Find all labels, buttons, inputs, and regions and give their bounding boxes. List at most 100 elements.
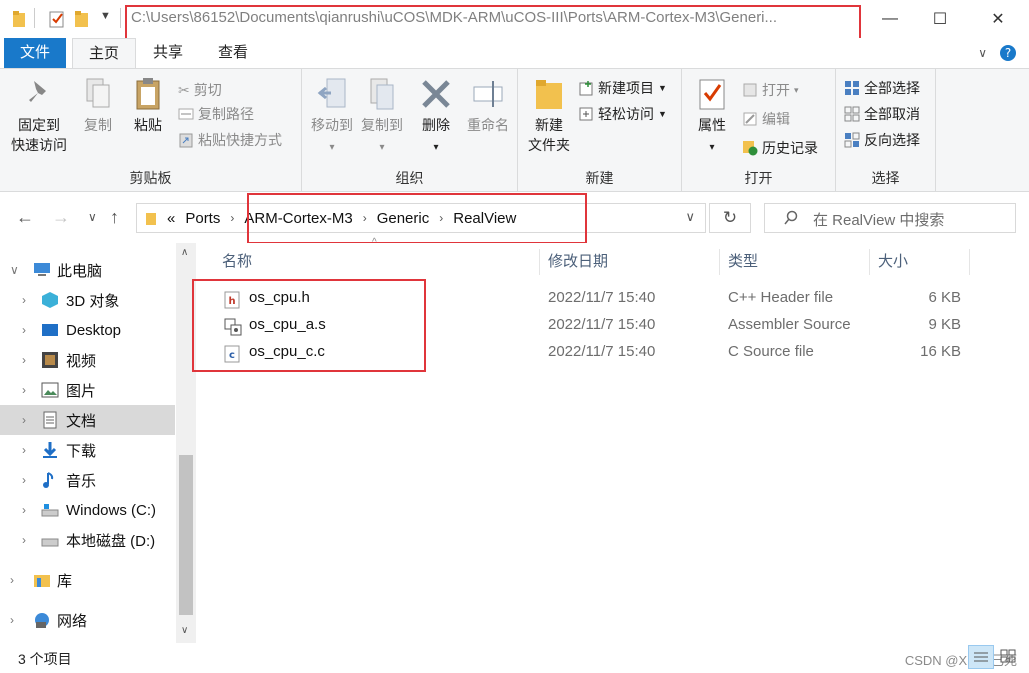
tree-item-libraries[interactable]: › 库 — [0, 565, 175, 595]
file-row[interactable]: c os_cpu_c.c 2022/11/7 15:40 C Source fi… — [200, 340, 1029, 367]
group-label-organize: 组织 — [395, 170, 424, 186]
tree-item-videos[interactable]: › 视频 — [0, 345, 175, 375]
breadcrumb-overflow[interactable]: « — [167, 210, 175, 227]
large-icons-view-button[interactable] — [996, 645, 1022, 669]
file-row[interactable]: h os_cpu.h 2022/11/7 15:40 C++ Header fi… — [200, 286, 1029, 313]
tree-item-network[interactable]: › 网络 — [0, 605, 175, 635]
pin-label-1: 固定到 — [18, 117, 60, 133]
chevron-right-icon[interactable]: › — [22, 533, 26, 547]
paste-button[interactable]: 粘贴 — [126, 77, 170, 135]
column-header-name[interactable]: 名称 — [214, 249, 540, 275]
chevron-right-icon[interactable]: › — [22, 443, 26, 457]
tree-item-drive-d[interactable]: › 本地磁盘 (D:) — [0, 525, 175, 555]
chevron-right-icon[interactable]: › — [363, 211, 367, 225]
open-button[interactable]: 打开 ▾ — [742, 79, 799, 101]
chevron-right-icon[interactable]: › — [22, 383, 26, 397]
file-name[interactable]: os_cpu.h — [249, 289, 310, 306]
tab-view[interactable]: 查看 — [204, 38, 262, 68]
chevron-right-icon[interactable]: › — [10, 573, 14, 587]
tab-file[interactable]: 文件 — [4, 38, 66, 68]
file-name[interactable]: os_cpu_a.s — [249, 316, 326, 333]
copy-to-icon — [370, 78, 394, 110]
tree-item-music[interactable]: › 音乐 — [0, 465, 175, 495]
help-icon[interactable]: ? — [999, 44, 1017, 62]
new-item-button[interactable]: 新建项目 ▼ — [578, 77, 667, 99]
delete-button[interactable]: 删除 ▾ — [416, 77, 456, 158]
breadcrumb-generic[interactable]: Generic — [377, 210, 430, 227]
breadcrumb-arm-cortex-m3[interactable]: ARM-Cortex-M3 — [244, 210, 352, 227]
file-name[interactable]: os_cpu_c.c — [249, 343, 325, 360]
minimize-button[interactable]: — — [862, 0, 918, 38]
properties-button[interactable]: 属性 ▾ — [690, 77, 734, 158]
collapse-ribbon-icon[interactable]: ∨ — [978, 46, 987, 60]
c-file-icon: c — [224, 345, 240, 363]
history-button[interactable]: 历史记录 — [742, 137, 818, 159]
tree-item-this-pc[interactable]: ∨ 此电脑 — [0, 255, 175, 285]
edit-button[interactable]: 编辑 — [742, 108, 790, 130]
pin-icon — [29, 81, 46, 102]
customize-quick-access-icon[interactable]: ▼ — [100, 10, 111, 22]
title-bar: ▼ C:\Users\86152\Documents\qianrushi\uCO… — [0, 0, 1029, 38]
music-icon — [43, 472, 54, 488]
address-dropdown-icon[interactable]: ∨ — [685, 209, 695, 225]
tree-item-downloads[interactable]: › 下载 — [0, 435, 175, 465]
maximize-button[interactable]: ☐ — [912, 0, 968, 38]
chevron-right-icon[interactable]: › — [22, 293, 26, 307]
tab-share[interactable]: 共享 — [140, 38, 196, 68]
invert-selection-button[interactable]: 反向选择 — [844, 129, 920, 151]
chevron-right-icon[interactable]: › — [22, 413, 26, 427]
paste-shortcut-label: 粘贴快捷方式 — [198, 132, 282, 148]
group-open: 属性 ▾ 打开 ▾ 编辑 历史记录 打开 — [682, 69, 836, 191]
column-header-type[interactable]: 类型 — [720, 249, 870, 275]
details-view-button[interactable] — [968, 645, 994, 669]
forward-arrow-icon[interactable]: → — [52, 207, 70, 228]
new-folder-quick-icon[interactable] — [74, 10, 90, 28]
column-header-size[interactable]: 大小 — [870, 249, 970, 275]
cut-button[interactable]: ✂ 剪切 — [178, 79, 222, 101]
tree-item-drive-c[interactable]: › Windows (C:) — [0, 495, 175, 525]
chevron-right-icon[interactable]: › — [22, 353, 26, 367]
chevron-right-icon[interactable]: › — [22, 473, 26, 487]
scroll-up-icon[interactable]: ∧ — [181, 247, 188, 258]
close-button[interactable]: ✕ — [970, 0, 1026, 38]
ribbon: 固定到 快速访问 复制 粘贴 ✂ 剪切 复制路径 粘贴快捷方式 剪贴板 移动到 ▾ — [0, 68, 1029, 192]
search-icon — [784, 210, 798, 225]
scroll-down-icon[interactable]: ∨ — [181, 625, 188, 636]
pin-quick-access-button[interactable]: 固定到 快速访问 — [8, 77, 70, 155]
chevron-right-icon[interactable]: › — [10, 613, 14, 627]
copy-path-button[interactable]: 复制路径 — [178, 103, 254, 125]
copy-to-button[interactable]: 复制到 ▾ — [356, 77, 408, 158]
breadcrumb-ports[interactable]: Ports — [185, 210, 220, 227]
chevron-right-icon[interactable]: › — [22, 503, 26, 517]
file-row[interactable]: os_cpu_a.s 2022/11/7 15:40 Assembler Sou… — [200, 313, 1029, 340]
tree-item-pictures[interactable]: › 图片 — [0, 375, 175, 405]
dropdown-arrow-icon: ▾ — [433, 142, 439, 153]
select-all-button[interactable]: 全部选择 — [844, 77, 920, 99]
tab-home[interactable]: 主页 — [72, 38, 136, 68]
recent-locations-chevron-icon[interactable]: ∨ — [88, 210, 97, 224]
refresh-button[interactable]: ↻ — [709, 203, 751, 233]
copy-button[interactable]: 复制 — [76, 77, 120, 135]
paste-shortcut-button[interactable]: 粘贴快捷方式 — [178, 129, 282, 151]
breadcrumb-realview[interactable]: RealView — [453, 210, 516, 227]
chevron-right-icon[interactable]: › — [22, 323, 26, 337]
tree-item-desktop[interactable]: › Desktop — [0, 315, 175, 345]
move-to-button[interactable]: 移动到 ▾ — [306, 77, 358, 158]
up-arrow-icon[interactable]: ↑ — [110, 207, 119, 228]
search-input[interactable]: 在 RealView 中搜索 — [764, 203, 1016, 233]
nav-scrollbar[interactable]: ∧ ∨ — [176, 243, 196, 643]
new-folder-button[interactable]: 新建 文件夹 — [524, 77, 574, 155]
scrollbar-thumb[interactable] — [179, 455, 193, 615]
rename-button[interactable]: 重命名 — [462, 77, 514, 135]
address-bar[interactable]: « Ports › ARM-Cortex-M3 › Generic › Real… — [136, 203, 706, 233]
tree-item-documents[interactable]: › 文档 — [0, 405, 175, 435]
easy-access-button[interactable]: 轻松访问 ▼ — [578, 103, 667, 125]
chevron-right-icon[interactable]: › — [230, 211, 234, 225]
column-header-date[interactable]: 修改日期 — [540, 249, 720, 275]
select-none-button[interactable]: 全部取消 — [844, 103, 920, 125]
chevron-right-icon[interactable]: › — [439, 211, 443, 225]
properties-quick-icon[interactable] — [48, 10, 66, 28]
back-arrow-icon[interactable]: ← — [16, 207, 34, 228]
chevron-down-icon[interactable]: ∨ — [10, 263, 19, 277]
tree-item-3d-objects[interactable]: › 3D 对象 — [0, 285, 175, 315]
